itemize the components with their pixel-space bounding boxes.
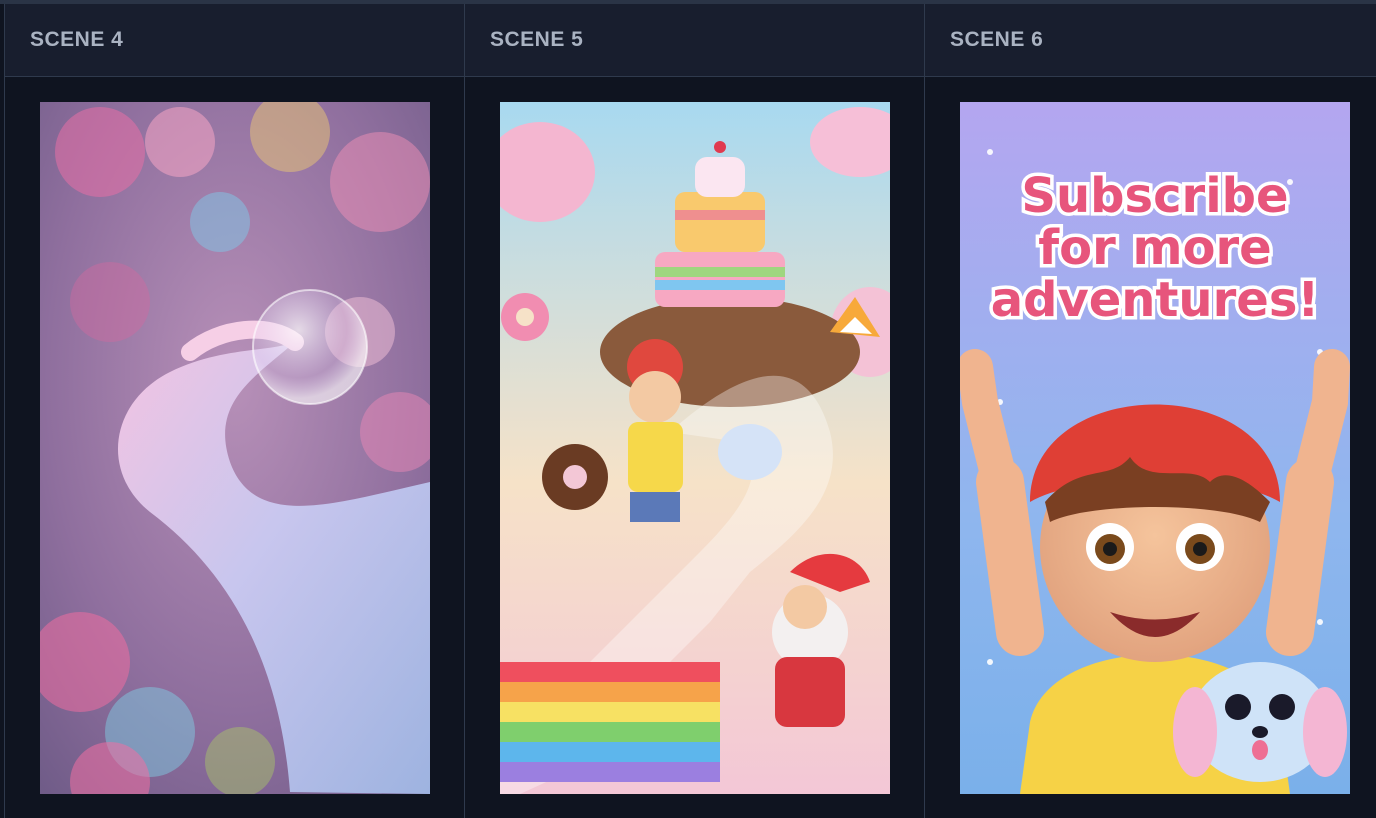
scene-column-5: SCENE 5 xyxy=(465,4,925,818)
scene-image-thumbnail[interactable]: Subscribe for more adventures! xyxy=(960,102,1350,794)
subscribe-line-1: Subscribe xyxy=(1021,168,1288,224)
scene-label: SCENE 6 xyxy=(950,28,1044,51)
subscribe-boy-puppy-image: Subscribe for more adventures! xyxy=(960,102,1350,794)
scene-image-thumbnail[interactable] xyxy=(40,102,430,794)
fluffy-tail-bubble-image xyxy=(40,102,430,794)
storyboard-grid: SCENE 4 SCENE 5 SCENE 6 Subscribe for mo… xyxy=(0,0,1376,818)
scene-header: SCENE 5 xyxy=(465,4,924,77)
subscribe-line-2: for more xyxy=(1038,220,1271,276)
scene-header: SCENE 6 xyxy=(925,4,1376,77)
subscribe-line-3: adventures! xyxy=(991,272,1320,328)
scene-header: SCENE 4 xyxy=(5,4,464,77)
scene-label: SCENE 4 xyxy=(30,28,124,51)
scene-column-6: SCENE 6 Subscribe for more adventures! xyxy=(925,4,1376,818)
scene-label: SCENE 5 xyxy=(490,28,584,51)
scene-column-4: SCENE 4 xyxy=(4,4,465,818)
rainbow-stairs-candy-land-image xyxy=(500,102,890,794)
scene-image-thumbnail[interactable] xyxy=(500,102,890,794)
